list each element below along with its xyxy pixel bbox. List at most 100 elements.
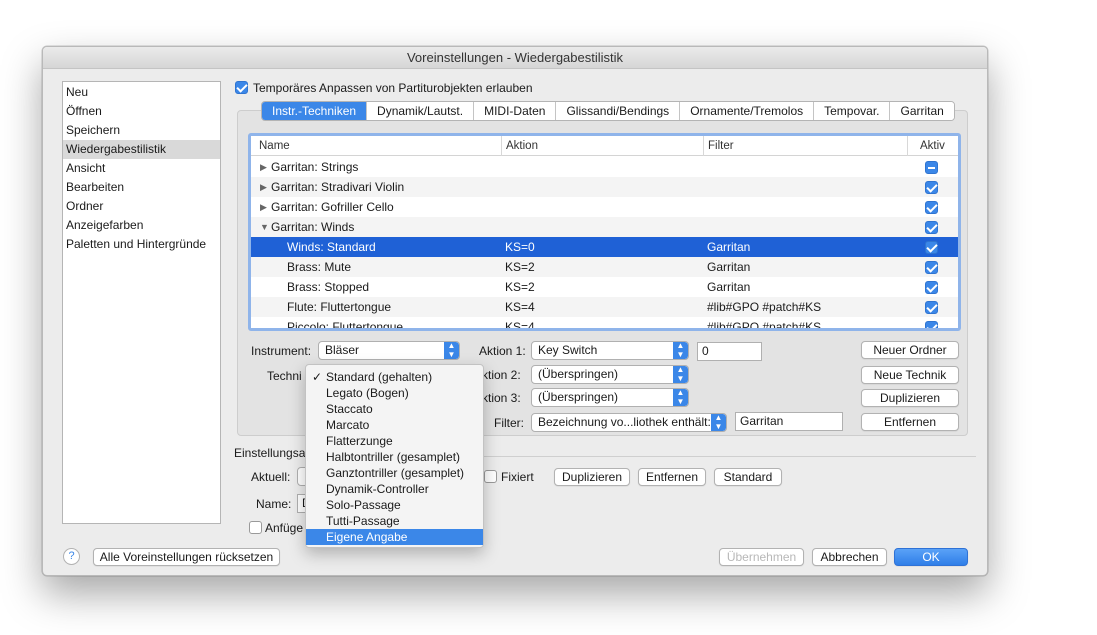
tab-garritan[interactable]: Garritan: [890, 102, 954, 120]
menu-item-label: Flatterzunge: [326, 434, 393, 448]
tab-glissandi-bendings[interactable]: Glissandi/Bendings: [556, 102, 681, 120]
filter-label: Filter:: [494, 416, 524, 430]
table-row[interactable]: ▶ Garritan: Gofriller Cello: [251, 197, 958, 217]
aktiv-checkbox[interactable]: [925, 261, 938, 274]
apply-button[interactable]: Übernehmen: [719, 548, 804, 566]
menu-item[interactable]: Dynamik-Controller: [306, 481, 483, 497]
category-item[interactable]: Ansicht: [63, 159, 220, 178]
remove-settings-button[interactable]: Entfernen: [638, 468, 706, 486]
aktiv-checkbox[interactable]: [925, 181, 938, 194]
row-filter: #lib#GPO #patch#KS: [707, 320, 822, 331]
tab-dynamik-lautst[interactable]: Dynamik/Lautst.: [367, 102, 475, 120]
menu-item[interactable]: Eigene Angabe: [306, 529, 483, 545]
cancel-button[interactable]: Abbrechen: [812, 548, 887, 566]
category-item[interactable]: Paletten und Hintergründe: [63, 235, 220, 254]
row-aktion: KS=4: [505, 320, 535, 331]
row-filter: Garritan: [707, 280, 751, 294]
menu-item[interactable]: Marcato: [306, 417, 483, 433]
filter-popup[interactable]: Bezeichnung vo...liothek enthält: ▲ ▼: [531, 413, 727, 432]
table-row[interactable]: Winds: Standard KS=0 Garritan: [251, 237, 958, 257]
settings-group-label: Einstellungsa: [234, 446, 306, 460]
aktiv-checkbox[interactable]: [925, 161, 938, 174]
disclosure-closed-icon[interactable]: ▶: [260, 177, 267, 197]
menu-item[interactable]: Solo-Passage: [306, 497, 483, 513]
allow-temp-checkbox[interactable]: [235, 81, 248, 94]
menu-item[interactable]: Ganztontriller (gesamplet): [306, 465, 483, 481]
aktiv-checkbox[interactable]: [925, 201, 938, 214]
table-row[interactable]: ▼ Garritan: Winds: [251, 217, 958, 237]
filter-value: Bezeichnung vo...liothek enthält:: [538, 415, 711, 429]
col-aktion-header[interactable]: Aktion: [501, 136, 538, 156]
category-item[interactable]: Anzeigefarben: [63, 216, 220, 235]
techniques-table[interactable]: Name Aktion Filter Aktiv ▶ Garritan: Stri…: [248, 133, 961, 331]
table-row[interactable]: Brass: Mute KS=2 Garritan: [251, 257, 958, 277]
menu-item-label: Tutti-Passage: [326, 514, 400, 528]
aktiv-checkbox[interactable]: [925, 321, 938, 328]
table-row[interactable]: ▶ Garritan: Strings: [251, 157, 958, 177]
col-aktiv-header[interactable]: Aktiv: [907, 136, 958, 156]
tab-midi-daten[interactable]: MIDI-Daten: [474, 102, 557, 120]
aktion3-popup[interactable]: (Überspringen) ▲ ▼: [531, 388, 689, 407]
fixiert-checkbox[interactable]: [484, 470, 497, 483]
duplicate-settings-button[interactable]: Duplizieren: [554, 468, 630, 486]
row-name: Brass: Mute: [287, 260, 352, 274]
menu-item[interactable]: Halbtontriller (gesamplet): [306, 449, 483, 465]
menu-item-label: Ganztontriller (gesamplet): [326, 466, 465, 480]
technique-dropdown-menu[interactable]: ✓ Standard (gehalten) Legato (Bogen) Stacca…: [305, 364, 484, 548]
category-list[interactable]: Neu Öffnen Speichern Wiedergabestilistik Ans…: [62, 81, 221, 524]
standard-settings-button[interactable]: Standard: [714, 468, 782, 486]
row-name: Piccolo: Fluttertongue: [287, 320, 404, 331]
menu-item[interactable]: Flatterzunge: [306, 433, 483, 449]
category-item[interactable]: Ordner: [63, 197, 220, 216]
menu-item-label: Eigene Angabe: [326, 530, 408, 544]
aktiv-checkbox[interactable]: [925, 221, 938, 234]
menu-item-label: Legato (Bogen): [326, 386, 409, 400]
reset-all-button[interactable]: Alle Voreinstellungen rücksetzen: [93, 548, 280, 566]
new-technique-button[interactable]: Neue Technik: [861, 366, 959, 384]
col-filter-header[interactable]: Filter: [703, 136, 734, 156]
aktiv-checkbox[interactable]: [925, 301, 938, 314]
menu-item-label: Solo-Passage: [326, 498, 401, 512]
disclosure-open-icon[interactable]: ▼: [260, 217, 269, 237]
table-header: Name Aktion Filter Aktiv: [251, 136, 958, 156]
table-row[interactable]: Brass: Stopped KS=2 Garritan: [251, 277, 958, 297]
menu-item[interactable]: Tutti-Passage: [306, 513, 483, 529]
instrument-popup[interactable]: Bläser ▲ ▼: [318, 341, 460, 360]
table-row[interactable]: ▶ Garritan: Stradivari Violin: [251, 177, 958, 197]
row-name: Garritan: Strings: [271, 160, 359, 174]
category-item[interactable]: Bearbeiten: [63, 178, 220, 197]
menu-item-label: Marcato: [326, 418, 370, 432]
menu-item[interactable]: Legato (Bogen): [306, 385, 483, 401]
category-item[interactable]: Speichern: [63, 121, 220, 140]
aktion2-popup[interactable]: (Überspringen) ▲ ▼: [531, 365, 689, 384]
row-name: Garritan: Winds: [271, 220, 355, 234]
menu-item[interactable]: ✓ Standard (gehalten): [306, 369, 483, 385]
popup-arrows-icon: ▲ ▼: [444, 342, 459, 359]
new-folder-button[interactable]: Neuer Ordner: [861, 341, 959, 359]
aktiv-checkbox[interactable]: [925, 281, 938, 294]
col-name-header[interactable]: Name: [255, 136, 290, 156]
aktiv-checkbox[interactable]: [925, 241, 938, 254]
tab-tempovar[interactable]: Tempovar.: [814, 102, 891, 120]
tab-instr-techniken[interactable]: Instr.-Techniken: [262, 102, 368, 120]
duplicate-technique-button[interactable]: Duplizieren: [861, 389, 959, 407]
anfuegen-label: Anfüge: [265, 521, 304, 535]
table-row[interactable]: Piccolo: Fluttertongue KS=4 #lib#GPO #patc…: [251, 317, 958, 331]
disclosure-closed-icon[interactable]: ▶: [260, 157, 267, 177]
aktion1-number-field[interactable]: 0: [697, 342, 762, 361]
aktion1-popup[interactable]: Key Switch ▲ ▼: [531, 341, 689, 360]
filter-text-field[interactable]: Garritan: [735, 412, 843, 431]
popup-arrows-icon: ▲ ▼: [673, 342, 688, 359]
help-button[interactable]: ?: [63, 548, 80, 565]
popup-arrows-icon: ▲ ▼: [673, 389, 688, 406]
category-item[interactable]: Neu: [63, 83, 220, 102]
menu-item[interactable]: Staccato: [306, 401, 483, 417]
category-item[interactable]: Öffnen: [63, 102, 220, 121]
table-row[interactable]: Flute: Fluttertongue KS=4 #lib#GPO #patch#…: [251, 297, 958, 317]
ok-button[interactable]: OK: [894, 548, 968, 566]
remove-technique-button[interactable]: Entfernen: [861, 413, 959, 431]
anfuegen-checkbox[interactable]: [249, 521, 262, 534]
tab-ornamente-tremolos[interactable]: Ornamente/Tremolos: [680, 102, 815, 120]
disclosure-closed-icon[interactable]: ▶: [260, 197, 267, 217]
category-item[interactable]: Wiedergabestilistik: [63, 140, 220, 159]
